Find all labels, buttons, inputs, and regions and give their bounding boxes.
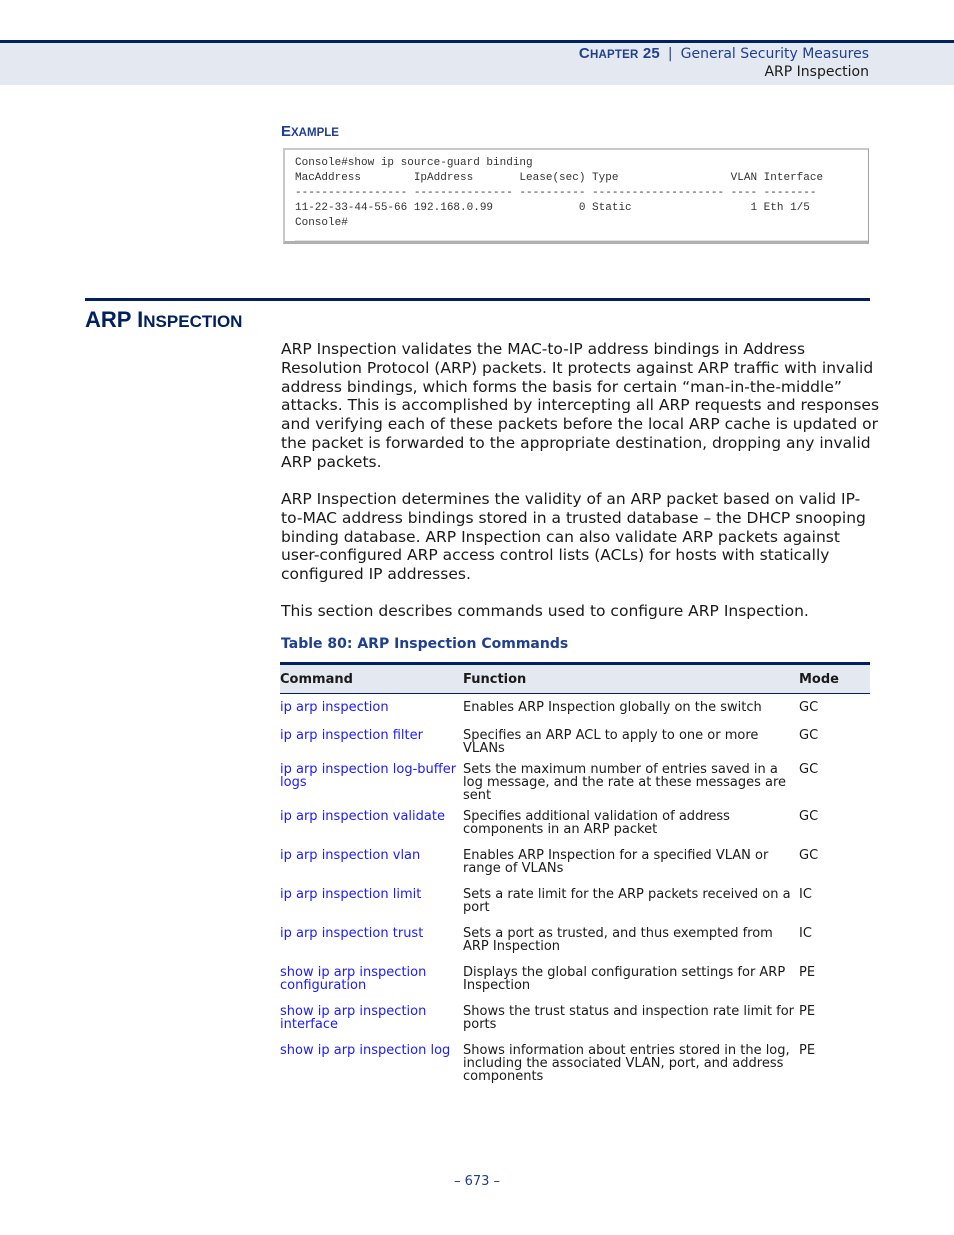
function-cell: Shows the trust status and inspection ra…: [463, 1003, 794, 1032]
mode-cell: GC: [799, 700, 819, 715]
function-cell: Shows information about entries stored i…: [463, 1042, 790, 1084]
table-row: ip arp inspection validate Specifies addi…: [280, 802, 870, 841]
function-cell: Sets a port as trusted, and thus exempte…: [463, 925, 773, 954]
table-row: ip arp inspection filter Specifies an ARP…: [280, 721, 870, 755]
command-cell: ip arp inspection log-buffer logs: [280, 755, 463, 802]
commands-table: Command Function Mode ip arp inspection E…: [280, 662, 870, 1088]
function-cell: Sets a rate limit for the ARP packets re…: [463, 886, 791, 915]
body-paragraph: This section describes commands used to …: [281, 602, 809, 620]
command-cell: ip arp inspection limit: [280, 880, 463, 919]
section-divider: [85, 298, 870, 301]
mode-cell: PE: [799, 1003, 816, 1019]
command-link[interactable]: show ip arp inspection configuration: [280, 965, 426, 993]
page-number: – 673 –: [453, 1174, 501, 1189]
function-cell: Specifies an ARP ACL to apply to one or …: [463, 727, 759, 756]
command-link[interactable]: ip arp inspection: [280, 700, 389, 715]
command-cell: ip arp inspection validate: [280, 802, 463, 841]
running-header-chapter: CHAPTER 25 | General Security Measures: [579, 45, 869, 62]
mode-cell: IC: [799, 925, 812, 941]
code-line: 11-22-33-44-55-66 192.168.0.99 0 Static …: [295, 202, 810, 214]
code-line: Console#show ip source-guard binding: [295, 157, 533, 169]
command-link[interactable]: show ip arp inspection interface: [280, 1004, 426, 1032]
body-paragraph: ARP Inspection validates the MAC-to-IP a…: [281, 340, 880, 471]
command-cell: ip arp inspection: [280, 694, 463, 721]
header-separator: |: [667, 46, 673, 62]
mode-cell: PE: [799, 1042, 816, 1058]
code-line: ----------------- --------------- ------…: [295, 187, 817, 199]
command-link[interactable]: ip arp inspection log-buffer logs: [280, 762, 456, 790]
table-header-row: Command Function Mode: [280, 662, 870, 694]
table-row: show ip arp inspection log Shows informat…: [280, 1036, 870, 1088]
command-cell: show ip arp inspection configuration: [280, 958, 463, 997]
function-cell: Sets the maximum number of entries saved…: [463, 761, 787, 803]
command-cell: show ip arp inspection log: [280, 1036, 463, 1088]
mode-cell: GC: [799, 808, 819, 824]
mode-cell: GC: [799, 847, 819, 863]
running-header-section: ARP Inspection: [764, 64, 869, 80]
mode-cell: GC: [799, 727, 819, 743]
code-line: Console#: [295, 217, 348, 229]
function-cell: Displays the global configuration settin…: [463, 964, 786, 993]
section-title: ARP INSPECTION: [85, 307, 243, 332]
command-cell: show ip arp inspection interface: [280, 997, 463, 1036]
mode-cell: IC: [799, 886, 812, 902]
function-cell: Enables ARP Inspection globally on the s…: [463, 700, 762, 715]
column-header-function: Function: [463, 662, 799, 694]
chapter-title: General Security Measures: [680, 46, 869, 62]
table-row: show ip arp inspection interface Shows th…: [280, 997, 870, 1036]
body-paragraph: ARP Inspection determines the validity o…: [281, 490, 866, 584]
command-link[interactable]: ip arp inspection filter: [280, 728, 423, 743]
command-link[interactable]: show ip arp inspection log: [280, 1043, 450, 1058]
table-row: ip arp inspection log-buffer logs Sets th…: [280, 755, 870, 802]
table-row: ip arp inspection trust Sets a port as tr…: [280, 919, 870, 958]
column-header-command: Command: [280, 662, 463, 694]
command-cell: ip arp inspection filter: [280, 721, 463, 755]
command-link[interactable]: ip arp inspection trust: [280, 926, 423, 941]
command-link[interactable]: ip arp inspection validate: [280, 809, 445, 824]
command-cell: ip arp inspection trust: [280, 919, 463, 958]
command-cell: ip arp inspection vlan: [280, 841, 463, 880]
table-caption: Table 80: ARP Inspection Commands: [281, 636, 569, 652]
code-line: MacAddress IpAddress Lease(sec) Type VLA…: [295, 172, 824, 184]
table-row: show ip arp inspection configuration Disp…: [280, 958, 870, 997]
chapter-label: CHAPTER 25: [578, 45, 660, 62]
command-link[interactable]: ip arp inspection vlan: [280, 848, 420, 863]
column-header-mode: Mode: [799, 662, 870, 694]
table-row: ip arp inspection Enables ARP Inspection …: [280, 694, 870, 721]
example-heading: EXAMPLE: [281, 123, 339, 140]
table-row: ip arp inspection vlan Enables ARP Inspec…: [280, 841, 870, 880]
code-example: Console#show ip source-guard binding Mac…: [295, 156, 823, 231]
code-example-box: Console#show ip source-guard binding Mac…: [283, 148, 869, 244]
function-cell: Enables ARP Inspection for a specified V…: [463, 847, 769, 876]
table-row: ip arp inspection limit Sets a rate limit…: [280, 880, 870, 919]
mode-cell: PE: [799, 964, 816, 980]
mode-cell: GC: [799, 761, 819, 777]
function-cell: Specifies additional validation of addre…: [463, 808, 730, 837]
command-link[interactable]: ip arp inspection limit: [280, 887, 421, 902]
